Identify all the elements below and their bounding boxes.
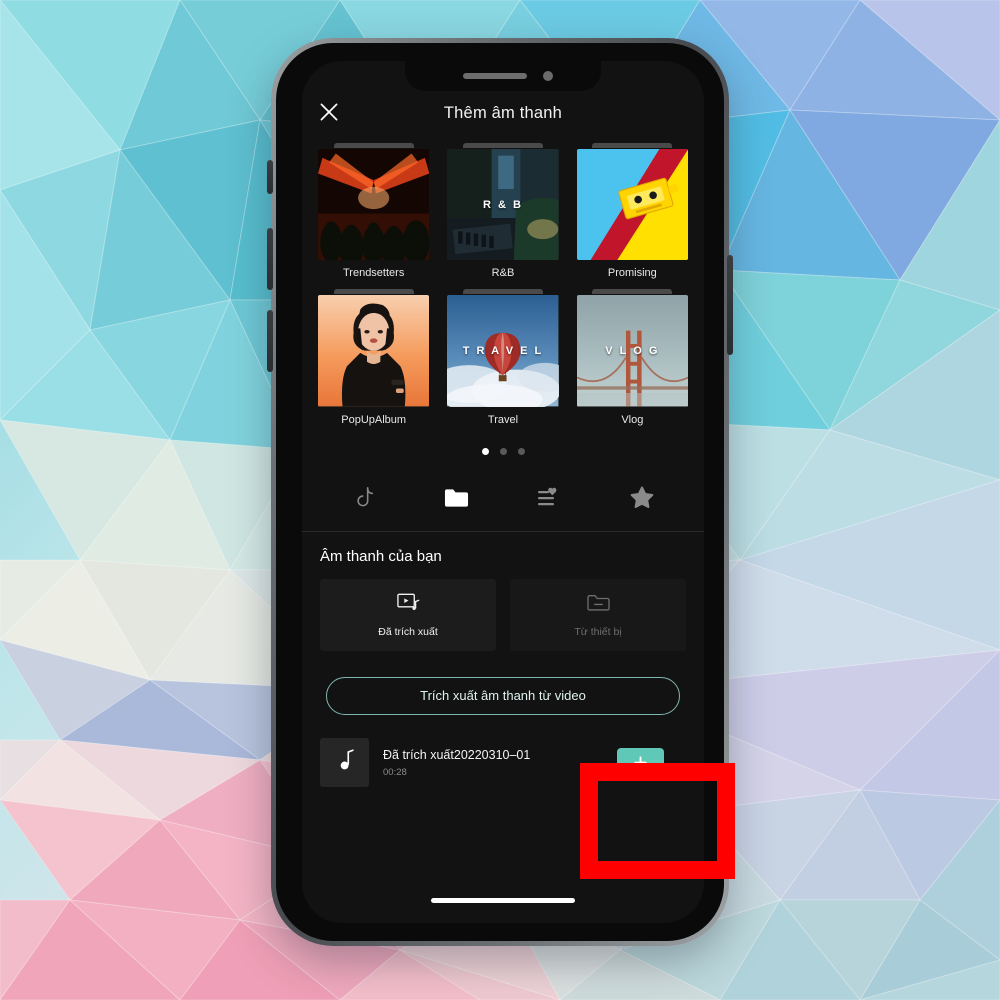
pager-dot-1[interactable] bbox=[481, 447, 489, 455]
source-tiles: Đã trích xuất Từ thiết bị bbox=[320, 578, 686, 651]
phone-screen: Thêm âm thanh Trendsetters R & B R&B Pro… bbox=[302, 61, 704, 923]
extract-audio-button[interactable]: Trích xuất âm thanh từ video bbox=[326, 676, 680, 715]
album-stack-strip bbox=[333, 143, 414, 148]
album-art-yellow-cassette bbox=[576, 149, 688, 261]
phone-frame: Thêm âm thanh Trendsetters R & B R&B Pro… bbox=[267, 38, 733, 946]
album-art-concert-red-lights bbox=[318, 149, 430, 261]
album-stack-strip bbox=[592, 289, 673, 295]
page-title: Thêm âm thanh bbox=[443, 104, 563, 122]
home-indicator bbox=[431, 898, 575, 903]
category-tab-bar bbox=[302, 481, 704, 532]
album-label: Trendsetters bbox=[342, 267, 405, 280]
album-tile-trendsetters[interactable]: Trendsetters bbox=[318, 143, 430, 280]
power-button[interactable] bbox=[727, 255, 733, 355]
album-stack-strip bbox=[592, 143, 673, 148]
your-sounds-section: Âm thanh của bạn Đã trích xuất Từ thiết … bbox=[302, 532, 704, 651]
tab-folder[interactable] bbox=[411, 481, 504, 515]
track-thumbnail bbox=[320, 738, 369, 788]
album-art-studio-dark: R & B bbox=[447, 149, 559, 261]
track-title: Đã trích xuất20220310–01 bbox=[383, 747, 531, 762]
album-label: Promising bbox=[607, 267, 657, 280]
section-title: Âm thanh của bạn bbox=[320, 547, 442, 565]
album-tile-promising[interactable]: Promising bbox=[576, 143, 688, 280]
pager-dots bbox=[302, 447, 704, 455]
album-tile-rnb[interactable]: R & B R&B bbox=[447, 143, 559, 280]
volume-up-button[interactable] bbox=[267, 228, 273, 290]
album-label: R&B bbox=[491, 267, 515, 280]
album-art-hot-air-balloon: T R A V E L bbox=[447, 295, 559, 407]
track-duration: 00:28 bbox=[383, 766, 407, 778]
star-icon bbox=[630, 486, 654, 509]
folder-outline-icon bbox=[586, 592, 611, 618]
album-art-golden-gate-bridge: V L O G bbox=[576, 295, 688, 407]
album-tile-vlog[interactable]: V L O G Vlog bbox=[576, 289, 688, 426]
folder-icon bbox=[444, 487, 469, 509]
tab-favorites[interactable] bbox=[596, 481, 689, 515]
album-label: PopUpAlbum bbox=[341, 413, 407, 426]
track-row[interactable]: Đã trích xuất20220310–01 00:28 bbox=[320, 737, 686, 789]
track-info: Đã trích xuất20220310–01 00:28 bbox=[383, 748, 617, 778]
album-grid: Trendsetters R & B R&B Promising PopUpAl… bbox=[302, 135, 704, 426]
album-overlay-text: V L O G bbox=[605, 345, 660, 358]
album-art-portrait-orange bbox=[318, 295, 430, 407]
album-stack-strip bbox=[462, 289, 544, 295]
source-tile-label: Từ thiết bị bbox=[574, 625, 622, 638]
close-icon[interactable] bbox=[316, 99, 342, 125]
tab-playlist[interactable] bbox=[503, 481, 596, 515]
phone-body: Thêm âm thanh Trendsetters R & B R&B Pro… bbox=[276, 43, 724, 941]
source-tile-label: Đã trích xuất bbox=[378, 626, 438, 639]
pager-dot-3[interactable] bbox=[517, 447, 525, 455]
source-tile-device[interactable]: Từ thiết bị bbox=[510, 578, 686, 651]
mute-switch-button[interactable] bbox=[267, 160, 273, 194]
volume-down-button[interactable] bbox=[267, 310, 273, 372]
album-tile-travel[interactable]: T R A V E L Travel bbox=[447, 289, 559, 426]
album-stack-strip bbox=[462, 143, 544, 148]
album-tile-popupalbum[interactable]: PopUpAlbum bbox=[318, 289, 430, 426]
speaker-grille-icon bbox=[463, 73, 527, 79]
video-music-icon bbox=[396, 591, 421, 618]
screenshot-stage: Thêm âm thanh Trendsetters R & B R&B Pro… bbox=[0, 0, 1000, 1000]
pager-dot-2[interactable] bbox=[499, 447, 507, 455]
album-label: Vlog bbox=[621, 413, 644, 426]
album-label: Travel bbox=[487, 413, 519, 426]
album-overlay-text: R & B bbox=[483, 198, 523, 211]
front-camera-icon bbox=[543, 71, 553, 81]
playlist-heart-icon bbox=[536, 487, 562, 509]
tab-tiktok[interactable] bbox=[318, 481, 411, 515]
add-track-button[interactable] bbox=[617, 748, 664, 778]
album-stack-strip bbox=[333, 289, 414, 295]
notch bbox=[405, 61, 601, 91]
tiktok-note-icon bbox=[353, 486, 375, 510]
album-overlay-text: T R A V E L bbox=[462, 345, 544, 357]
source-tile-extracted[interactable]: Đã trích xuất bbox=[320, 578, 496, 651]
music-note-icon bbox=[335, 749, 355, 777]
